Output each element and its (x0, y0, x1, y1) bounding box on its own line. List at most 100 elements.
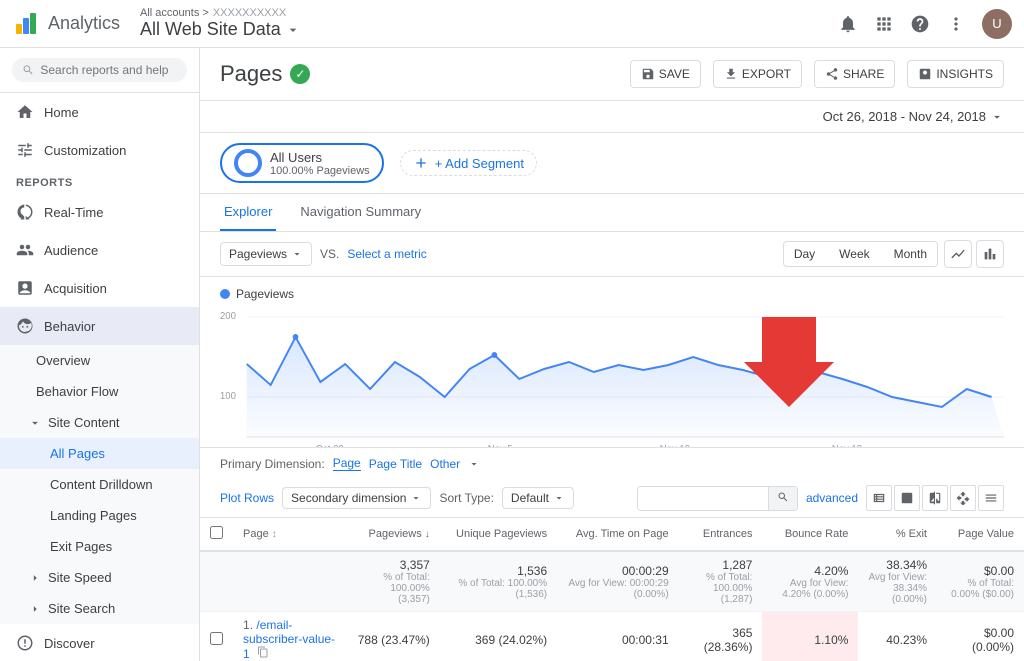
row-1-checkbox[interactable] (210, 632, 223, 645)
audience-icon (16, 241, 34, 259)
sidebar-item-customization[interactable]: Customization (0, 131, 199, 169)
secondary-dimension-dropdown[interactable]: Secondary dimension (282, 487, 431, 509)
col-page-value-header[interactable]: Page Value (937, 518, 1024, 551)
row-1-value: $0.00 (0.00%) (937, 612, 1024, 661)
sidebar-item-audience[interactable]: Audience (0, 231, 199, 269)
insights-label: INSIGHTS (936, 67, 993, 81)
search-input[interactable] (40, 63, 177, 77)
col-entrances-header[interactable]: Entrances (679, 518, 763, 551)
sidebar-item-discover[interactable]: Discover (0, 624, 199, 661)
insights-button[interactable]: INSIGHTS (907, 60, 1004, 88)
share-icon (825, 67, 839, 81)
primary-metric-label: Pageviews (229, 247, 287, 261)
save-icon (641, 67, 655, 81)
select-all-checkbox[interactable] (210, 526, 223, 539)
chevron-down-icon (285, 22, 301, 38)
sidebar-subitem-content-drilldown[interactable]: Content Drilldown (0, 469, 199, 500)
table-grid-view-button[interactable] (866, 485, 892, 511)
sidebar-subitem-overview[interactable]: Overview (0, 345, 199, 376)
status-badge: ✓ (290, 64, 310, 84)
month-button[interactable]: Month (884, 242, 937, 266)
save-button[interactable]: SAVE (630, 60, 701, 88)
table-view-buttons (866, 485, 1004, 511)
search-icon (22, 63, 34, 77)
search-box[interactable] (12, 58, 187, 82)
sort-type-dropdown[interactable]: Default (502, 487, 574, 509)
sidebar-group-site-content[interactable]: Site Content (0, 407, 199, 438)
dim-page-link[interactable]: Page (333, 456, 361, 471)
table-compare-button[interactable] (922, 485, 948, 511)
table-search[interactable] (637, 486, 798, 511)
date-range-bar: Oct 26, 2018 - Nov 24, 2018 (200, 101, 1024, 133)
sidebar-subitem-exit-pages[interactable]: Exit Pages (0, 531, 199, 562)
sidebar-item-realtime[interactable]: Real-Time (0, 193, 199, 231)
export-button[interactable]: EXPORT (713, 60, 802, 88)
copy-icon[interactable] (257, 646, 269, 658)
col-pageviews-header[interactable]: Pageviews ↓ (347, 518, 440, 551)
totals-exit-cell: 38.34% Avg for View: 38.34% (0.00%) (858, 551, 937, 612)
share-button[interactable]: SHARE (814, 60, 895, 88)
header-actions: SAVE EXPORT SHARE INSIGHTS (630, 60, 1004, 88)
day-button[interactable]: Day (784, 242, 825, 266)
sidebar-search-container (0, 48, 199, 93)
sidebar-group-site-speed[interactable]: Site Speed (0, 562, 199, 593)
sidebar-item-acquisition[interactable]: Acquisition (0, 269, 199, 307)
breadcrumb-all-accounts[interactable]: All accounts > (140, 7, 209, 19)
bell-icon[interactable] (838, 14, 858, 34)
more-icon[interactable] (946, 14, 966, 34)
bar-chart-button[interactable] (976, 240, 1004, 268)
row-1-avg-time: 00:00:31 (557, 612, 679, 661)
date-range-selector[interactable]: Oct 26, 2018 - Nov 24, 2018 (823, 109, 1004, 124)
sidebar-subitem-all-pages[interactable]: All Pages (0, 438, 199, 469)
sidebar-subitem-behavior-flow[interactable]: Behavior Flow (0, 376, 199, 407)
insights-icon (918, 67, 932, 81)
dim-page-title-link[interactable]: Page Title (369, 457, 422, 471)
table-search-button[interactable] (768, 487, 797, 510)
col-bounce-rate-header[interactable]: Bounce Rate (762, 518, 858, 551)
table-settings-button[interactable] (978, 485, 1004, 511)
sidebar-item-realtime-label: Real-Time (44, 205, 103, 220)
col-avg-time-header[interactable]: Avg. Time on Page (557, 518, 679, 551)
row-1-num: 1. (243, 618, 253, 632)
bar-chart-icon (982, 246, 998, 262)
plot-rows-button[interactable]: Plot Rows (220, 491, 274, 505)
line-chart-icon (950, 246, 966, 262)
table-search-input[interactable] (638, 487, 768, 509)
tab-explorer[interactable]: Explorer (220, 194, 276, 231)
col-exit-header[interactable]: % Exit (858, 518, 937, 551)
avatar[interactable]: U (982, 9, 1012, 39)
add-segment-button[interactable]: + Add Segment (400, 150, 537, 176)
chart-container: 200 100 Oct 29 Nov 5 Nov 12 Nov 19 (220, 307, 1004, 447)
week-button[interactable]: Week (829, 242, 879, 266)
select-metric-link[interactable]: Select a metric (347, 247, 426, 261)
primary-metric-dropdown[interactable]: Pageviews (220, 242, 312, 266)
segment-bar: All Users 100.00% Pageviews + Add Segmen… (200, 133, 1024, 194)
sidebar-item-home[interactable]: Home (0, 93, 199, 131)
table-percent-view-button[interactable] (894, 485, 920, 511)
page-title: Pages (220, 61, 282, 87)
collapsed-icon (28, 571, 42, 585)
tab-navigation-summary[interactable]: Navigation Summary (296, 194, 425, 231)
col-unique-pageviews-header[interactable]: Unique Pageviews (440, 518, 557, 551)
row-1-bounce: 1.10% (762, 612, 858, 661)
advanced-link[interactable]: advanced (806, 491, 858, 505)
col-page-header[interactable]: Page ↕ (233, 518, 347, 551)
segment-all-users[interactable]: All Users 100.00% Pageviews (220, 143, 384, 183)
top-nav-actions: U (838, 9, 1012, 39)
dim-other-link[interactable]: Other (430, 457, 460, 471)
site-selector[interactable]: All Web Site Data (140, 19, 301, 40)
sidebar-item-behavior[interactable]: Behavior (0, 307, 199, 345)
metric-dropdown-icon (291, 248, 303, 260)
svg-text:Nov 19: Nov 19 (832, 444, 862, 447)
sort-default-label: Default (511, 491, 549, 505)
grid-icon[interactable] (874, 14, 894, 34)
analytics-logo-icon (12, 10, 40, 38)
sidebar-subitem-landing-pages[interactable]: Landing Pages (0, 500, 199, 531)
line-chart-button[interactable] (944, 240, 972, 268)
sidebar-group-site-search[interactable]: Site Search (0, 593, 199, 624)
row-1-pageviews: 788 (23.47%) (347, 612, 440, 661)
breadcrumb: All accounts > XXXXXXXXXX (140, 7, 301, 19)
row-1-exit: 40.23% (858, 612, 937, 661)
help-icon[interactable] (910, 14, 930, 34)
table-pivot-button[interactable] (950, 485, 976, 511)
